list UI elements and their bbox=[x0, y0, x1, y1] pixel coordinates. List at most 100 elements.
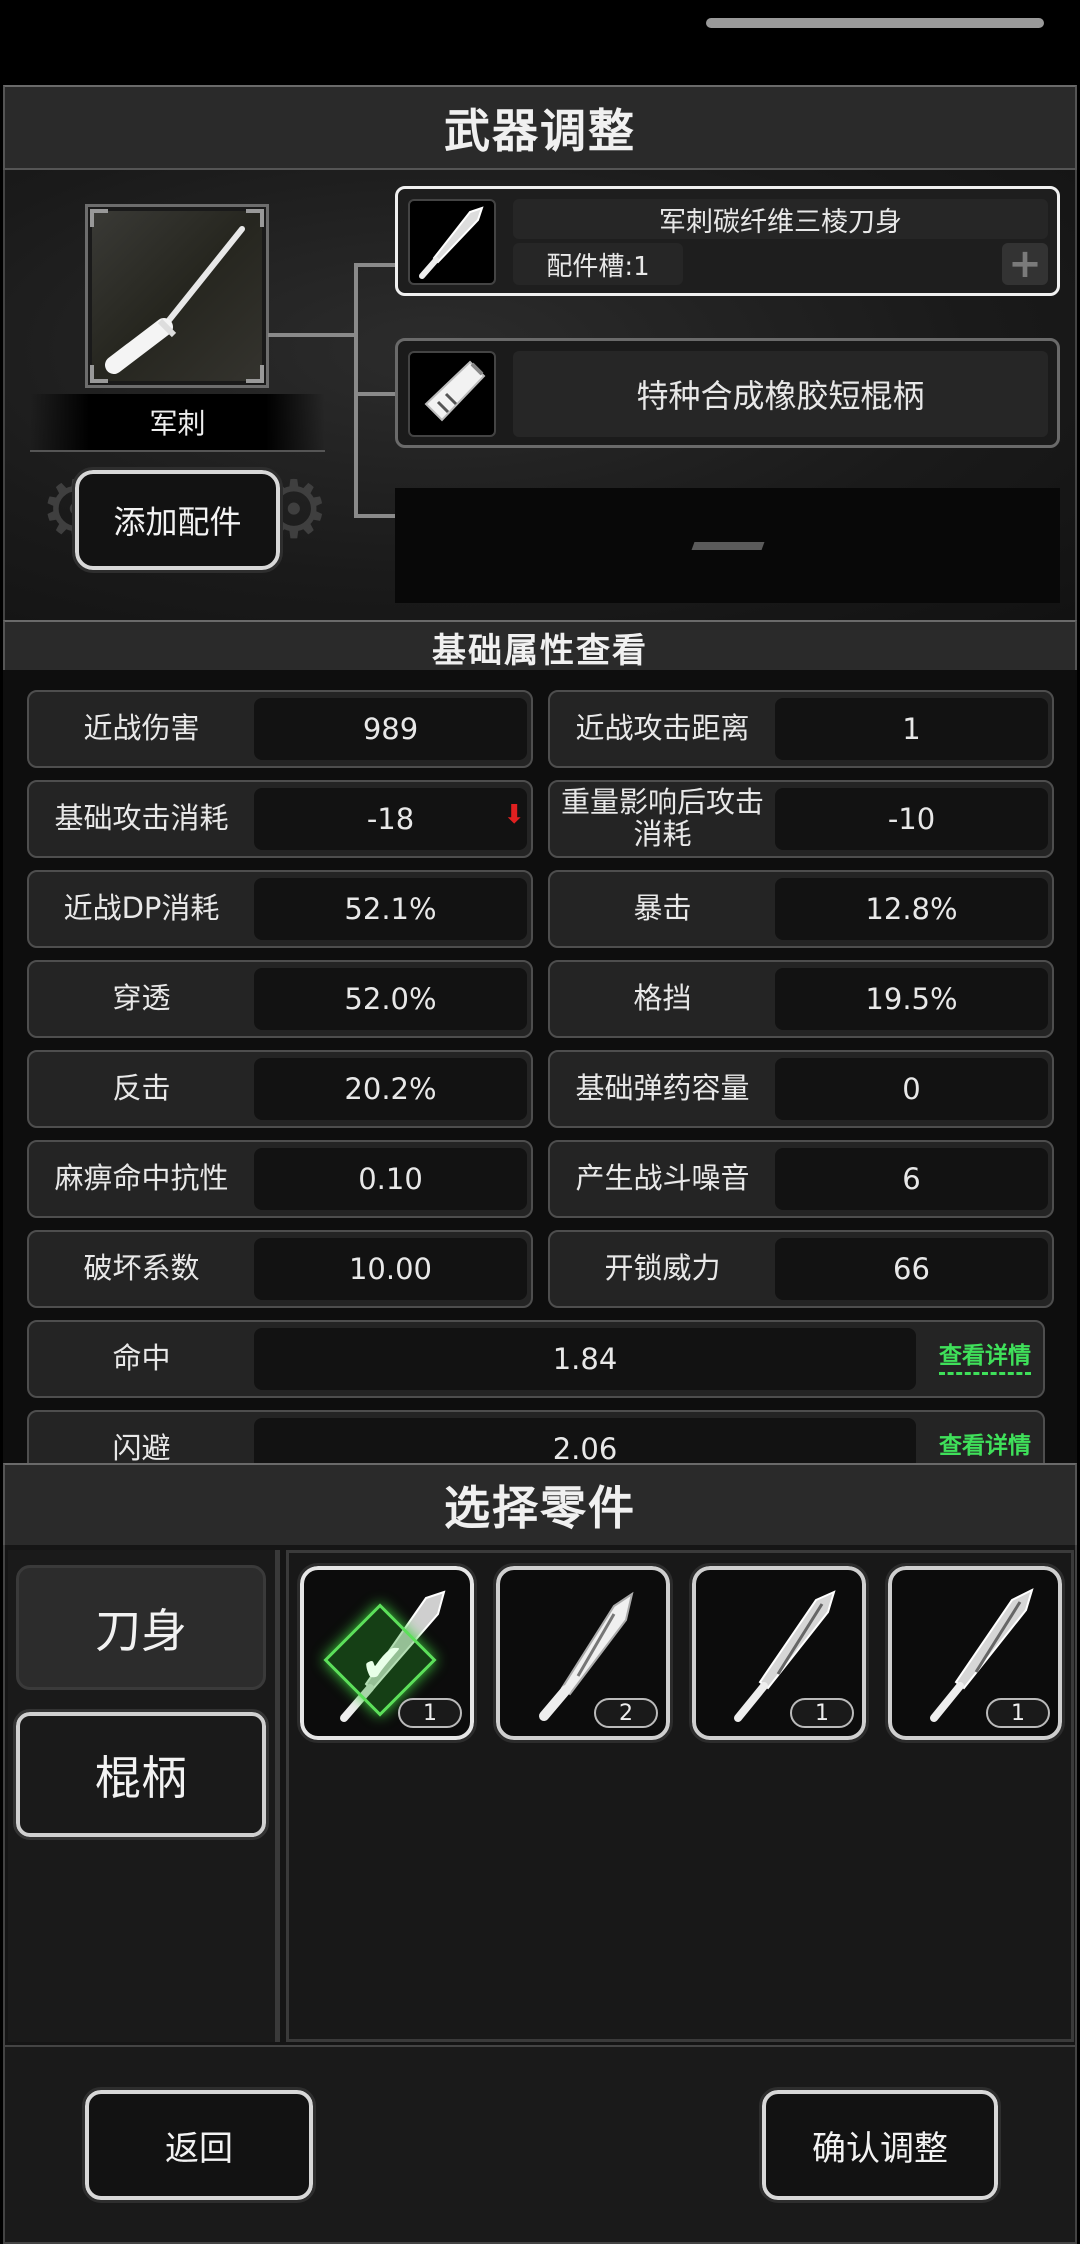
handle-thumbnail bbox=[408, 351, 496, 437]
stat-value: 989 bbox=[254, 698, 527, 760]
back-label: 返回 bbox=[165, 2128, 233, 2169]
empty-slot-dash bbox=[691, 541, 764, 550]
connector-line bbox=[354, 392, 396, 396]
empty-part-slot[interactable] bbox=[395, 488, 1060, 603]
stat-label: 近战攻击距离 bbox=[575, 711, 750, 746]
stat-value: 0 bbox=[775, 1058, 1048, 1120]
category-blade-label: 刀身 bbox=[95, 1603, 187, 1658]
item-count: 1 bbox=[398, 1698, 462, 1728]
stats-title: 基础属性查看 bbox=[432, 630, 648, 671]
stat-value: 19.5% bbox=[775, 968, 1048, 1030]
stat-label: 穿透 bbox=[112, 981, 171, 1016]
stat-row: 破坏系数 10.00 bbox=[27, 1230, 533, 1308]
stat-label: 命中 bbox=[112, 1341, 171, 1376]
stat-row: 格挡 19.5% bbox=[548, 960, 1054, 1038]
add-part-button[interactable]: 添加配件 bbox=[72, 467, 283, 573]
bayonet-icon bbox=[105, 226, 245, 374]
part-item[interactable]: 1 bbox=[689, 1563, 869, 1743]
connector-line bbox=[268, 333, 356, 337]
connector-line bbox=[354, 263, 358, 516]
stat-value: 6 bbox=[775, 1148, 1048, 1210]
stat-value: -18 bbox=[254, 788, 527, 850]
stat-row: 反击 20.2% bbox=[27, 1050, 533, 1128]
confirm-label: 确认调整 bbox=[812, 2128, 948, 2169]
parts-title: 选择零件 bbox=[444, 1481, 636, 1535]
stat-label: 开锁威力 bbox=[604, 1251, 721, 1286]
status-bar bbox=[0, 0, 1080, 85]
stat-value: 1 bbox=[775, 698, 1048, 760]
stat-row: 暴击 12.8% bbox=[548, 870, 1054, 948]
blade-part-name: 军刺碳纤维三棱刀身 bbox=[513, 199, 1048, 239]
stats-scroll-area[interactable]: 近战伤害 989 近战攻击距离 1 基础攻击消耗 -18 ⬇ 重量影响后攻击消耗 -10 近战DP… bbox=[3, 670, 1077, 1465]
back-button[interactable]: 返回 bbox=[82, 2087, 316, 2203]
handle-part-card[interactable]: 特种合成橡胶短棍柄 bbox=[395, 338, 1060, 448]
stat-value: 52.0% bbox=[254, 968, 527, 1030]
stat-label: 近战DP消耗 bbox=[63, 891, 220, 926]
item-count: 1 bbox=[790, 1698, 854, 1728]
blade-part-card[interactable]: 军刺碳纤维三棱刀身 配件槽:1 + bbox=[395, 186, 1060, 296]
item-count: 1 bbox=[986, 1698, 1050, 1728]
stat-label: 基础攻击消耗 bbox=[54, 801, 229, 836]
category-handle-label: 棍柄 bbox=[95, 1750, 187, 1805]
stat-row: 麻痹命中抗性 0.10 bbox=[27, 1140, 533, 1218]
stat-label: 基础弹药容量 bbox=[575, 1071, 750, 1106]
stat-label: 暴击 bbox=[633, 891, 692, 926]
add-part-label: 添加配件 bbox=[113, 503, 242, 541]
decrease-arrow-icon: ⬇ bbox=[503, 800, 525, 830]
stat-row: 近战攻击距离 1 bbox=[548, 690, 1054, 768]
item-count: 2 bbox=[594, 1698, 658, 1728]
page-title: 武器调整 bbox=[444, 103, 636, 158]
weapon-portrait[interactable] bbox=[85, 204, 269, 388]
blade-icon bbox=[419, 206, 484, 279]
stat-label: 反击 bbox=[112, 1071, 171, 1106]
stat-value: 52.1% bbox=[254, 878, 527, 940]
stat-value: 0.10 bbox=[254, 1148, 527, 1210]
confirm-adjust-button[interactable]: 确认调整 bbox=[759, 2087, 1001, 2203]
handle-part-name: 特种合成橡胶短棍柄 bbox=[513, 351, 1048, 437]
part-item[interactable]: 1 bbox=[885, 1563, 1065, 1743]
stat-label: 破坏系数 bbox=[83, 1251, 200, 1286]
stats-title-bar: 基础属性查看 bbox=[3, 620, 1077, 674]
home-indicator bbox=[706, 18, 1044, 28]
part-item-selected[interactable]: ✔ 1 bbox=[297, 1563, 477, 1743]
weapon-name-bar: 军刺 bbox=[30, 394, 325, 452]
stat-row: 基础攻击消耗 -18 ⬇ bbox=[27, 780, 533, 858]
connector-line bbox=[354, 263, 396, 267]
stat-value: 12.8% bbox=[775, 878, 1048, 940]
stat-value: 2.06 bbox=[254, 1418, 916, 1465]
stat-row: 重量影响后攻击消耗 -10 bbox=[548, 780, 1054, 858]
stat-row: 基础弹药容量 0 bbox=[548, 1050, 1054, 1128]
page-title-bar: 武器调整 bbox=[3, 85, 1077, 170]
stat-label: 重量影响后攻击消耗 bbox=[560, 785, 764, 851]
stat-row: 产生战斗噪音 6 bbox=[548, 1140, 1054, 1218]
stat-label: 麻痹命中抗性 bbox=[54, 1161, 229, 1196]
stat-value: 1.84 bbox=[254, 1328, 916, 1390]
stat-value: 66 bbox=[775, 1238, 1048, 1300]
stat-value: 10.00 bbox=[254, 1238, 527, 1300]
stat-label: 近战伤害 bbox=[83, 711, 200, 746]
stat-row-wide: 命中 1.84 查看详情 bbox=[27, 1320, 1045, 1398]
stat-row: 穿透 52.0% bbox=[27, 960, 533, 1038]
category-handle-button[interactable]: 棍柄 bbox=[13, 1709, 269, 1840]
stat-row: 近战伤害 989 bbox=[27, 690, 533, 768]
weapon-name: 军刺 bbox=[149, 407, 206, 440]
stat-row: 开锁威力 66 bbox=[548, 1230, 1054, 1308]
stat-label: 产生战斗噪音 bbox=[575, 1161, 750, 1196]
blade-slot-label: 配件槽:1 bbox=[513, 243, 683, 285]
stat-row-wide: 闪避 2.06 查看详情 bbox=[27, 1410, 1045, 1465]
connector-line bbox=[354, 514, 396, 518]
stat-label: 格挡 bbox=[633, 981, 692, 1016]
stat-value: -10 bbox=[775, 788, 1048, 850]
add-slot-icon[interactable]: + bbox=[1002, 241, 1048, 287]
checkmark-icon: ✔ bbox=[360, 1632, 406, 1695]
stat-value: 20.2% bbox=[254, 1058, 527, 1120]
parts-title-bar: 选择零件 bbox=[3, 1463, 1077, 1547]
category-blade-button[interactable]: 刀身 bbox=[16, 1565, 266, 1690]
stat-label: 闪避 bbox=[112, 1431, 171, 1465]
blade-thumbnail bbox=[408, 199, 496, 285]
stat-row: 近战DP消耗 52.1% bbox=[27, 870, 533, 948]
view-details-link[interactable]: 查看详情 bbox=[939, 1426, 1031, 1460]
rubber-handle-icon bbox=[424, 360, 486, 422]
part-item[interactable]: 2 bbox=[493, 1563, 673, 1743]
view-details-link[interactable]: 查看详情 bbox=[939, 1336, 1031, 1375]
